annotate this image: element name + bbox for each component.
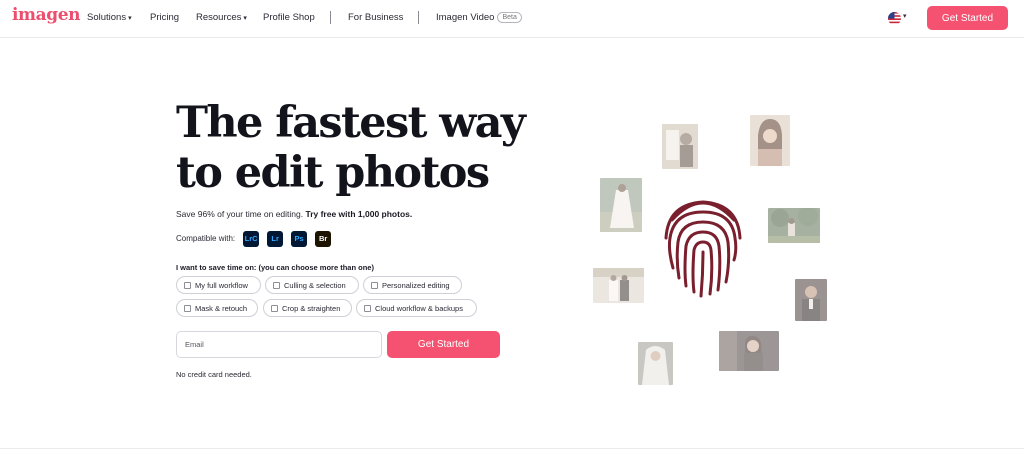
get-started-button[interactable]: Get Started	[927, 6, 1008, 30]
checkbox-icon	[184, 304, 191, 312]
chevron-down-icon: ▾	[243, 15, 247, 22]
nav-for-business[interactable]: For Business	[348, 12, 403, 23]
nav-pricing[interactable]: Pricing	[150, 12, 179, 23]
checkbox-icon	[273, 281, 280, 289]
option-label: Crop & straighten	[282, 303, 341, 313]
hero-subtitle: Save 96% of your time on editing. Try fr…	[176, 209, 412, 219]
save-time-label: I want to save time on: (you can choose …	[176, 263, 374, 272]
fingerprint-icon	[662, 190, 744, 300]
lightroom-icon: Lr	[267, 230, 284, 247]
nav-profile-shop[interactable]: Profile Shop	[263, 12, 315, 23]
no-credit-card-note: No credit card needed.	[176, 370, 252, 379]
garden-photo	[768, 208, 820, 243]
imagen-logo[interactable]: imagen	[12, 5, 81, 25]
beta-badge: Beta	[497, 12, 522, 23]
nav-divider	[418, 11, 419, 24]
subtitle-text: Save 96% of your time on editing.	[176, 209, 304, 219]
language-chevron-icon[interactable]: ▾	[903, 12, 907, 20]
nav-imagen-video[interactable]: Imagen Video Beta	[436, 12, 522, 23]
option-label: Cloud workflow & backups	[375, 303, 463, 313]
compatible-label: Compatible with:	[176, 234, 236, 243]
woman-portrait-photo	[719, 331, 779, 371]
option-full-workflow[interactable]: My full workflow	[176, 276, 261, 294]
checkbox-icon	[364, 304, 371, 312]
lightroom-classic-icon: LrC	[243, 230, 260, 247]
option-personalized-editing[interactable]: Personalized editing	[363, 276, 462, 294]
checkbox-icon	[271, 304, 278, 312]
veil-photo	[638, 342, 673, 385]
wedding-photo	[662, 124, 698, 169]
option-mask-retouch[interactable]: Mask & retouch	[176, 299, 258, 317]
checkbox-icon	[184, 281, 191, 289]
nav-for-business-label: For Business	[348, 12, 404, 23]
us-flag-icon[interactable]	[888, 12, 901, 25]
bride-photo	[600, 178, 642, 232]
nav-resources[interactable]: Resources ▾	[196, 12, 247, 23]
option-label: My full workflow	[195, 280, 248, 290]
compatible-row: Compatible with: LrC Lr Ps Br	[176, 230, 339, 247]
nav-profile-shop-label: Profile Shop	[263, 12, 315, 23]
nav-pricing-label: Pricing	[150, 12, 180, 23]
groom-photo	[795, 279, 827, 321]
headline-line-1: The fastest way	[176, 98, 526, 148]
bridge-icon: Br	[315, 230, 332, 247]
email-field[interactable]: Email	[176, 331, 382, 358]
option-label: Mask & retouch	[195, 303, 248, 313]
option-crop-straighten[interactable]: Crop & straighten	[263, 299, 352, 317]
hero-get-started-button[interactable]: Get Started	[387, 331, 500, 358]
headline-line-2: to edit photos	[176, 148, 490, 198]
nav-divider	[330, 11, 331, 24]
hero-headline: The fastest way to edit photos	[176, 98, 556, 198]
nav-solutions[interactable]: Solutions ▾	[87, 12, 132, 23]
couple-photo	[593, 268, 644, 303]
nav-imagen-video-label: Imagen Video	[436, 12, 495, 23]
photoshop-icon: Ps	[291, 230, 308, 247]
nav-resources-label: Resources	[196, 12, 242, 23]
portrait-photo	[750, 115, 790, 166]
option-culling-selection[interactable]: Culling & selection	[265, 276, 359, 294]
top-navigation: imagen Solutions ▾ Pricing Resources ▾ Pro…	[0, 0, 1024, 38]
option-cloud-workflow[interactable]: Cloud workflow & backups	[356, 299, 477, 317]
checkbox-icon	[371, 281, 378, 289]
option-label: Culling & selection	[284, 280, 346, 290]
chevron-down-icon: ▾	[128, 15, 132, 22]
subtitle-bold: Try free with 1,000 photos.	[305, 209, 413, 219]
option-label: Personalized editing	[382, 280, 450, 290]
nav-solutions-label: Solutions	[87, 12, 127, 23]
